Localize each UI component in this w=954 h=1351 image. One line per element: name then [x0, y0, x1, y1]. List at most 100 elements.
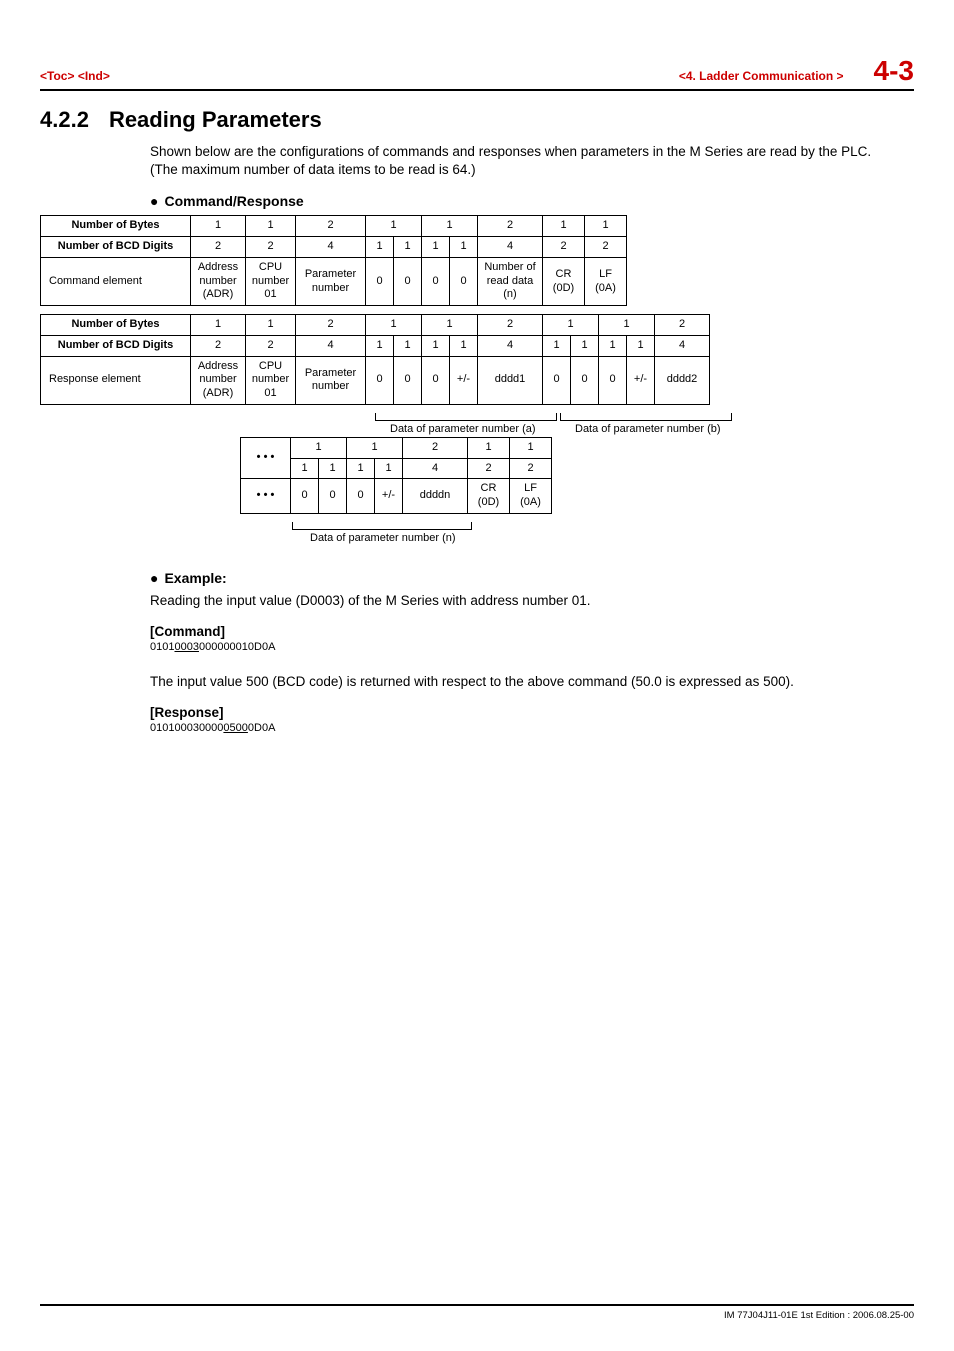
cell: CR(0D)	[543, 257, 585, 305]
cell: Parameternumber	[296, 257, 366, 305]
cell: 1	[422, 335, 450, 356]
cell: 1	[375, 458, 403, 479]
cell: 1	[347, 458, 375, 479]
cell: 4	[296, 237, 366, 258]
cell: LF(0A)	[585, 257, 627, 305]
header-toc[interactable]: <Toc> <Ind>	[40, 69, 110, 83]
cell: 2	[246, 335, 296, 356]
cell: 1	[543, 216, 585, 237]
cell: 0	[543, 356, 571, 404]
cell: 1	[394, 335, 422, 356]
cell: 1	[191, 315, 246, 336]
row-label-resp-elem: Response element	[41, 356, 191, 404]
cell: 1	[627, 335, 655, 356]
example-intro: Reading the input value (D0003) of the M…	[150, 592, 894, 610]
cell: 1	[422, 216, 478, 237]
command-table: Number of Bytes 1 1 2 1 1 2 1 1 Number o…	[40, 215, 627, 306]
command-response-heading: Command/Response	[150, 193, 894, 209]
cell: CR(0D)	[468, 479, 510, 514]
cell: 2	[296, 216, 366, 237]
page-number: 4-3	[874, 55, 914, 87]
cell: 1	[291, 458, 319, 479]
cell: 1	[510, 437, 552, 458]
bracket-row-n: Data of parameter number (n)	[240, 522, 640, 540]
cell: 0	[394, 356, 422, 404]
cell: 1	[468, 437, 510, 458]
cell: 1	[599, 315, 655, 336]
cell: 1	[366, 315, 422, 336]
page-footer: IM 77J04J11-01E 1st Edition : 2006.08.25…	[40, 1304, 914, 1321]
table-row: • • • 0 0 0 +/- ddddn CR(0D) LF(0A)	[241, 479, 552, 514]
cell: 0	[291, 479, 319, 514]
cell: 0	[450, 257, 478, 305]
cell: 1	[543, 315, 599, 336]
response-label: [Response]	[150, 705, 894, 720]
table-row: Number of Bytes 1 1 2 1 1 2 1 1	[41, 216, 627, 237]
cell: 1	[422, 237, 450, 258]
table-row: Response element Addressnumber(ADR) CPUn…	[41, 356, 710, 404]
cell: 2	[478, 315, 543, 336]
row-label-bcd: Number of BCD Digits	[41, 237, 191, 258]
response-table: Number of Bytes 1 1 2 1 1 2 1 1 2 Number…	[40, 314, 710, 405]
cell: 1	[347, 437, 403, 458]
cell: 4	[296, 335, 366, 356]
cell: 2	[403, 437, 468, 458]
cell: LF(0A)	[510, 479, 552, 514]
cell: dddd1	[478, 356, 543, 404]
cell: 2	[543, 237, 585, 258]
response-note: The input value 500 (BCD code) is return…	[150, 673, 894, 691]
bracket-row-ab: Data of parameter number (a) Data of par…	[40, 413, 760, 431]
cell: 2	[296, 315, 366, 336]
cell: 1	[394, 237, 422, 258]
caption-n: Data of parameter number (n)	[310, 532, 456, 544]
cell: 1	[366, 335, 394, 356]
cell: 1	[366, 237, 394, 258]
cell: 2	[191, 237, 246, 258]
table-row: Number of BCD Digits 2 2 4 1 1 1 1 4 2 2	[41, 237, 627, 258]
cell: 0	[366, 257, 394, 305]
cell: +/-	[450, 356, 478, 404]
cell: 2	[191, 335, 246, 356]
cell: dddd2	[655, 356, 710, 404]
section-title: 4.2.2 Reading Parameters	[40, 107, 914, 133]
cell: 0	[347, 479, 375, 514]
cell: 1	[422, 315, 478, 336]
cell: Addressnumber(ADR)	[191, 257, 246, 305]
cell: Addressnumber(ADR)	[191, 356, 246, 404]
row-label-bytes: Number of Bytes	[41, 315, 191, 336]
cell: 0	[422, 257, 450, 305]
table-row: Command element Addressnumber(ADR) CPUnu…	[41, 257, 627, 305]
intro-paragraph: Shown below are the configurations of co…	[150, 143, 894, 179]
cell: 1	[319, 458, 347, 479]
cell: 1	[246, 315, 296, 336]
row-label-bcd: Number of BCD Digits	[41, 335, 191, 356]
command-label: [Command]	[150, 624, 894, 639]
section-heading: Reading Parameters	[109, 107, 322, 133]
page-header: <Toc> <Ind> <4. Ladder Communication > 4…	[40, 55, 914, 91]
cell: 0	[571, 356, 599, 404]
row-label-cmd-elem: Command element	[41, 257, 191, 305]
cell: 2	[585, 237, 627, 258]
cell: 2	[655, 315, 710, 336]
cell: 2	[510, 458, 552, 479]
header-section: <4. Ladder Communication >	[679, 69, 844, 83]
table-row: • • • 1 1 2 1 1	[241, 437, 552, 458]
cell: 1	[571, 335, 599, 356]
toc-link[interactable]: <Toc>	[40, 69, 74, 83]
dots-cell: • • •	[241, 479, 291, 514]
cell: 0	[366, 356, 394, 404]
cell: 4	[403, 458, 468, 479]
caption-b: Data of parameter number (b)	[575, 423, 721, 435]
ind-link[interactable]: <Ind>	[78, 69, 110, 83]
row-label-bytes: Number of Bytes	[41, 216, 191, 237]
cell: 1	[291, 437, 347, 458]
cell: 1	[450, 335, 478, 356]
table-row: Number of BCD Digits 2 2 4 1 1 1 1 4 1 1…	[41, 335, 710, 356]
cell: 1	[599, 335, 627, 356]
cell: 1	[366, 216, 422, 237]
cell: ddddn	[403, 479, 468, 514]
dots-cell: • • •	[241, 437, 291, 479]
cell: 1	[585, 216, 627, 237]
cell: 4	[655, 335, 710, 356]
cell: 0	[319, 479, 347, 514]
